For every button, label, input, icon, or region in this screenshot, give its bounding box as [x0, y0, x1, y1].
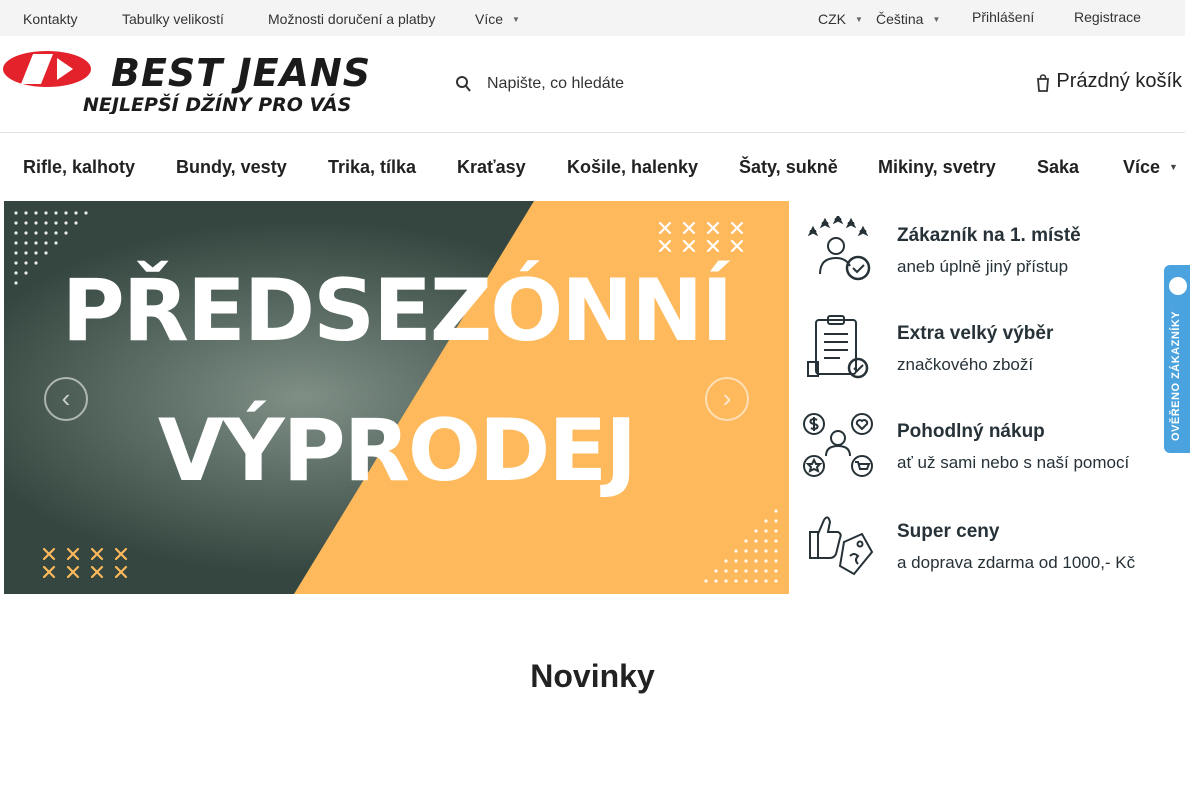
- chevron-down-icon: ▼: [512, 15, 520, 24]
- benefits-panel: Zákazník na 1. místě aneb úplně jiný pří…: [799, 210, 1169, 590]
- nav-more-label: Více: [1123, 157, 1161, 177]
- language-selector[interactable]: Čeština ▼: [876, 11, 940, 30]
- benefit-subtitle: ať už sami nebo s naší pomocí: [897, 453, 1130, 472]
- nav-item-blazers[interactable]: Saka: [1037, 157, 1079, 177]
- shopping-support-icon: [803, 413, 873, 477]
- promo-banner[interactable]: PŘEDSEZÓNNÍ VÝPRODEJ ‹ ›: [4, 201, 789, 594]
- nav-item-sweatshirts[interactable]: Mikiny, svetry: [878, 157, 996, 177]
- banner-background: [4, 201, 789, 594]
- cart-label: Prázdný košík: [1056, 70, 1182, 92]
- benefit-title: Pohodlný nákup: [897, 421, 1045, 442]
- chevron-right-icon: ›: [722, 383, 732, 413]
- benefit-subtitle: a doprava zdarma od 1000,- Kč: [897, 553, 1136, 572]
- language-label: Čeština: [876, 11, 924, 27]
- cart-icon: [1037, 74, 1050, 92]
- chevron-left-icon: ‹: [61, 383, 71, 413]
- nav-item-shorts[interactable]: Kraťasy: [457, 157, 526, 177]
- nav-item-jackets[interactable]: Bundy, vesty: [176, 157, 287, 177]
- benefit-item: Zákazník na 1. místě aneb úplně jiný pří…: [799, 210, 1169, 290]
- brand-tagline: NEJLEPŠÍ DŽÍNY PRO VÁS: [83, 92, 351, 114]
- banner-headline-line2: VÝPRODEJ: [157, 401, 637, 501]
- nav-item-dresses[interactable]: Šaty, sukně: [739, 157, 838, 177]
- more-links-dropdown[interactable]: Více ▼: [475, 11, 520, 30]
- benefit-subtitle: aneb úplně jiný přístup: [897, 257, 1069, 276]
- best-jeans-logo-icon: BEST JEANS NEJLEPŠÍ DŽÍNY PRO VÁS: [3, 51, 371, 114]
- login-link[interactable]: Přihlášení: [972, 9, 1034, 25]
- benefit-title: Zákazník na 1. místě: [897, 225, 1081, 246]
- brand-wordmark: BEST JEANS: [111, 51, 371, 95]
- verified-reviews-tab[interactable]: OVĚŘENO ZÁKAZNÍKY: [1164, 265, 1190, 453]
- category-nav: Rifle, kalhoty Bundy, vesty Trika, tílka…: [0, 133, 1185, 199]
- currency-label: CZK: [818, 11, 846, 27]
- benefit-item: Super ceny a doprava zdarma od 1000,- Kč: [799, 506, 1169, 586]
- verified-tab-label: OVĚŘENO ZÁKAZNÍKY: [1170, 310, 1182, 441]
- contacts-link[interactable]: Kontakty: [23, 11, 77, 27]
- customer-rating-icon: [807, 216, 871, 281]
- nav-item-shirts[interactable]: Košile, halenky: [567, 157, 698, 177]
- search-bar[interactable]: Napište, co hledáte: [452, 72, 752, 96]
- benefit-title: Extra velký výběr: [897, 323, 1054, 344]
- delivery-payment-link[interactable]: Možnosti doručení a platby: [268, 11, 435, 27]
- search-input[interactable]: Napište, co hledáte: [487, 75, 624, 93]
- search-icon: [456, 76, 471, 92]
- price-tag-icon: [809, 516, 874, 576]
- clipboard-check-icon: [807, 315, 869, 379]
- section-title-new-arrivals: Novinky: [530, 658, 655, 694]
- nav-item-more[interactable]: Více ▼: [1123, 157, 1178, 180]
- currency-selector[interactable]: CZK ▼: [818, 11, 863, 30]
- top-utility-bar: Kontakty Tabulky velikostí Možnosti doru…: [0, 0, 1185, 36]
- site-logo[interactable]: BEST JEANS NEJLEPŠÍ DŽÍNY PRO VÁS: [3, 50, 383, 114]
- benefit-item: Pohodlný nákup ať už sami nebo s naší po…: [799, 406, 1169, 486]
- benefit-title: Super ceny: [897, 521, 1000, 542]
- chevron-down-icon: ▼: [932, 15, 941, 24]
- banner-headline-line1: PŘEDSEZÓNNÍ: [61, 261, 734, 361]
- carousel-prev-button[interactable]: ‹: [44, 377, 88, 421]
- benefit-item: Extra velký výběr značkového zboží: [799, 308, 1169, 388]
- site-header: BEST JEANS NEJLEPŠÍ DŽÍNY PRO VÁS Napišt…: [0, 36, 1185, 133]
- register-link[interactable]: Registrace: [1074, 9, 1141, 25]
- nav-item-tshirts[interactable]: Trika, tílka: [328, 157, 416, 177]
- chevron-down-icon: ▼: [855, 15, 863, 24]
- verified-badge-icon: [1169, 277, 1187, 295]
- benefit-subtitle: značkového zboží: [897, 355, 1034, 374]
- carousel-next-button[interactable]: ›: [705, 377, 749, 421]
- chevron-down-icon: ▼: [1169, 162, 1178, 172]
- size-tables-link[interactable]: Tabulky velikostí: [122, 11, 224, 27]
- nav-item-jeans[interactable]: Rifle, kalhoty: [23, 157, 135, 177]
- more-links-label: Více: [475, 11, 504, 27]
- cart-button[interactable]: Prázdný košík: [1037, 70, 1182, 96]
